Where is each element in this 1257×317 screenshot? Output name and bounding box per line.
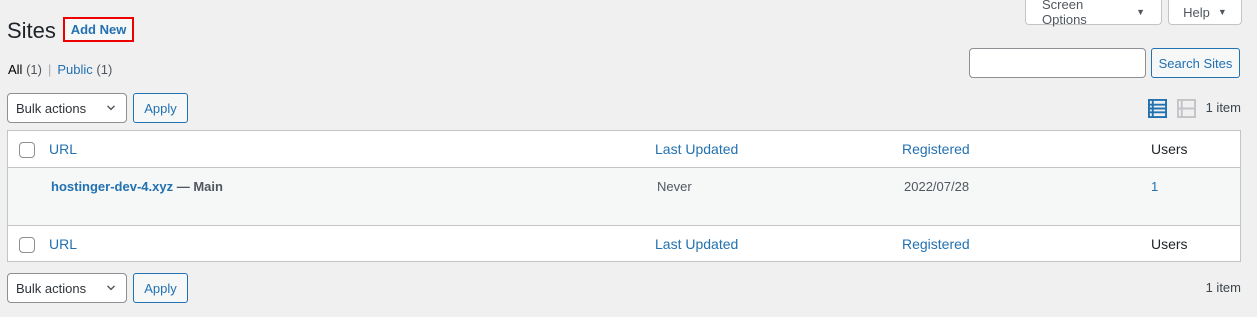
screen-options-button[interactable]: Screen Options ▼ [1025, 0, 1162, 27]
site-url-cell: hostinger-dev-4.xyz — Main [51, 179, 223, 194]
excerpt-view-icon[interactable] [1177, 99, 1196, 118]
items-count-bottom: 1 item [1205, 280, 1241, 295]
search-sites-button[interactable]: Search Sites [1151, 48, 1240, 78]
view-filters: All (1) | Public (1) [8, 62, 112, 77]
column-last-updated-sort[interactable]: Last Updated [655, 141, 738, 157]
view-switch [1148, 99, 1196, 118]
page-title: Sites [7, 18, 56, 43]
bulk-actions-select-bottom[interactable]: Bulk actions [7, 273, 127, 303]
filter-all-count: (1) [26, 62, 42, 77]
sites-table: URL Last Updated Registered Users hostin… [7, 130, 1241, 262]
apply-button-top[interactable]: Apply [133, 93, 188, 123]
filter-all-label: All [8, 62, 23, 77]
bulk-actions-label: Bulk actions [16, 280, 87, 296]
screen-meta-links: Screen Options ▼ Help ▼ [1025, 0, 1242, 27]
column-last-updated-sort-footer[interactable]: Last Updated [655, 236, 738, 252]
chevron-down-icon [107, 285, 115, 291]
select-all-checkbox[interactable] [19, 142, 35, 158]
filter-public-count: (1) [96, 62, 113, 77]
items-count-top: 1 item [1205, 100, 1241, 115]
select-all-checkbox-footer[interactable] [19, 237, 35, 253]
column-users-footer: Users [1151, 236, 1188, 252]
bulk-actions-select-top[interactable]: Bulk actions [7, 93, 127, 123]
list-view-icon[interactable] [1148, 99, 1167, 118]
column-users-header: Users [1151, 141, 1188, 157]
site-state-label: — Main [173, 179, 223, 194]
site-link[interactable]: hostinger-dev-4.xyz [51, 179, 173, 194]
filter-separator: | [47, 62, 52, 77]
column-url-sort-footer[interactable]: URL [49, 236, 77, 252]
screen-options-label: Screen Options [1042, 0, 1087, 27]
bulk-actions-label: Bulk actions [16, 100, 87, 116]
site-users-link[interactable]: 1 [1151, 179, 1158, 194]
search-input[interactable] [969, 48, 1146, 78]
help-button[interactable]: Help ▼ [1168, 0, 1242, 25]
table-row: hostinger-dev-4.xyz — Main Never 2022/07… [8, 168, 1240, 225]
filter-public-link[interactable]: Public (1) [57, 62, 112, 77]
help-label: Help [1183, 4, 1210, 20]
add-new-button[interactable]: Add New [63, 17, 134, 42]
site-registered: 2022/07/28 [904, 179, 970, 194]
site-last-updated: Never [657, 179, 692, 194]
table-footer-row: URL Last Updated Registered Users [8, 225, 1240, 262]
table-header-row: URL Last Updated Registered Users [8, 131, 1240, 168]
chevron-down-icon [107, 105, 115, 111]
caret-down-icon: ▼ [1217, 7, 1227, 17]
column-url-sort[interactable]: URL [49, 141, 77, 157]
column-registered-sort[interactable]: Registered [902, 141, 970, 157]
filter-public-label: Public [57, 62, 93, 77]
apply-button-bottom[interactable]: Apply [133, 273, 188, 303]
caret-down-icon: ▼ [1136, 7, 1145, 17]
filter-all-link[interactable]: All (1) [8, 62, 42, 77]
column-registered-sort-footer[interactable]: Registered [902, 236, 970, 252]
